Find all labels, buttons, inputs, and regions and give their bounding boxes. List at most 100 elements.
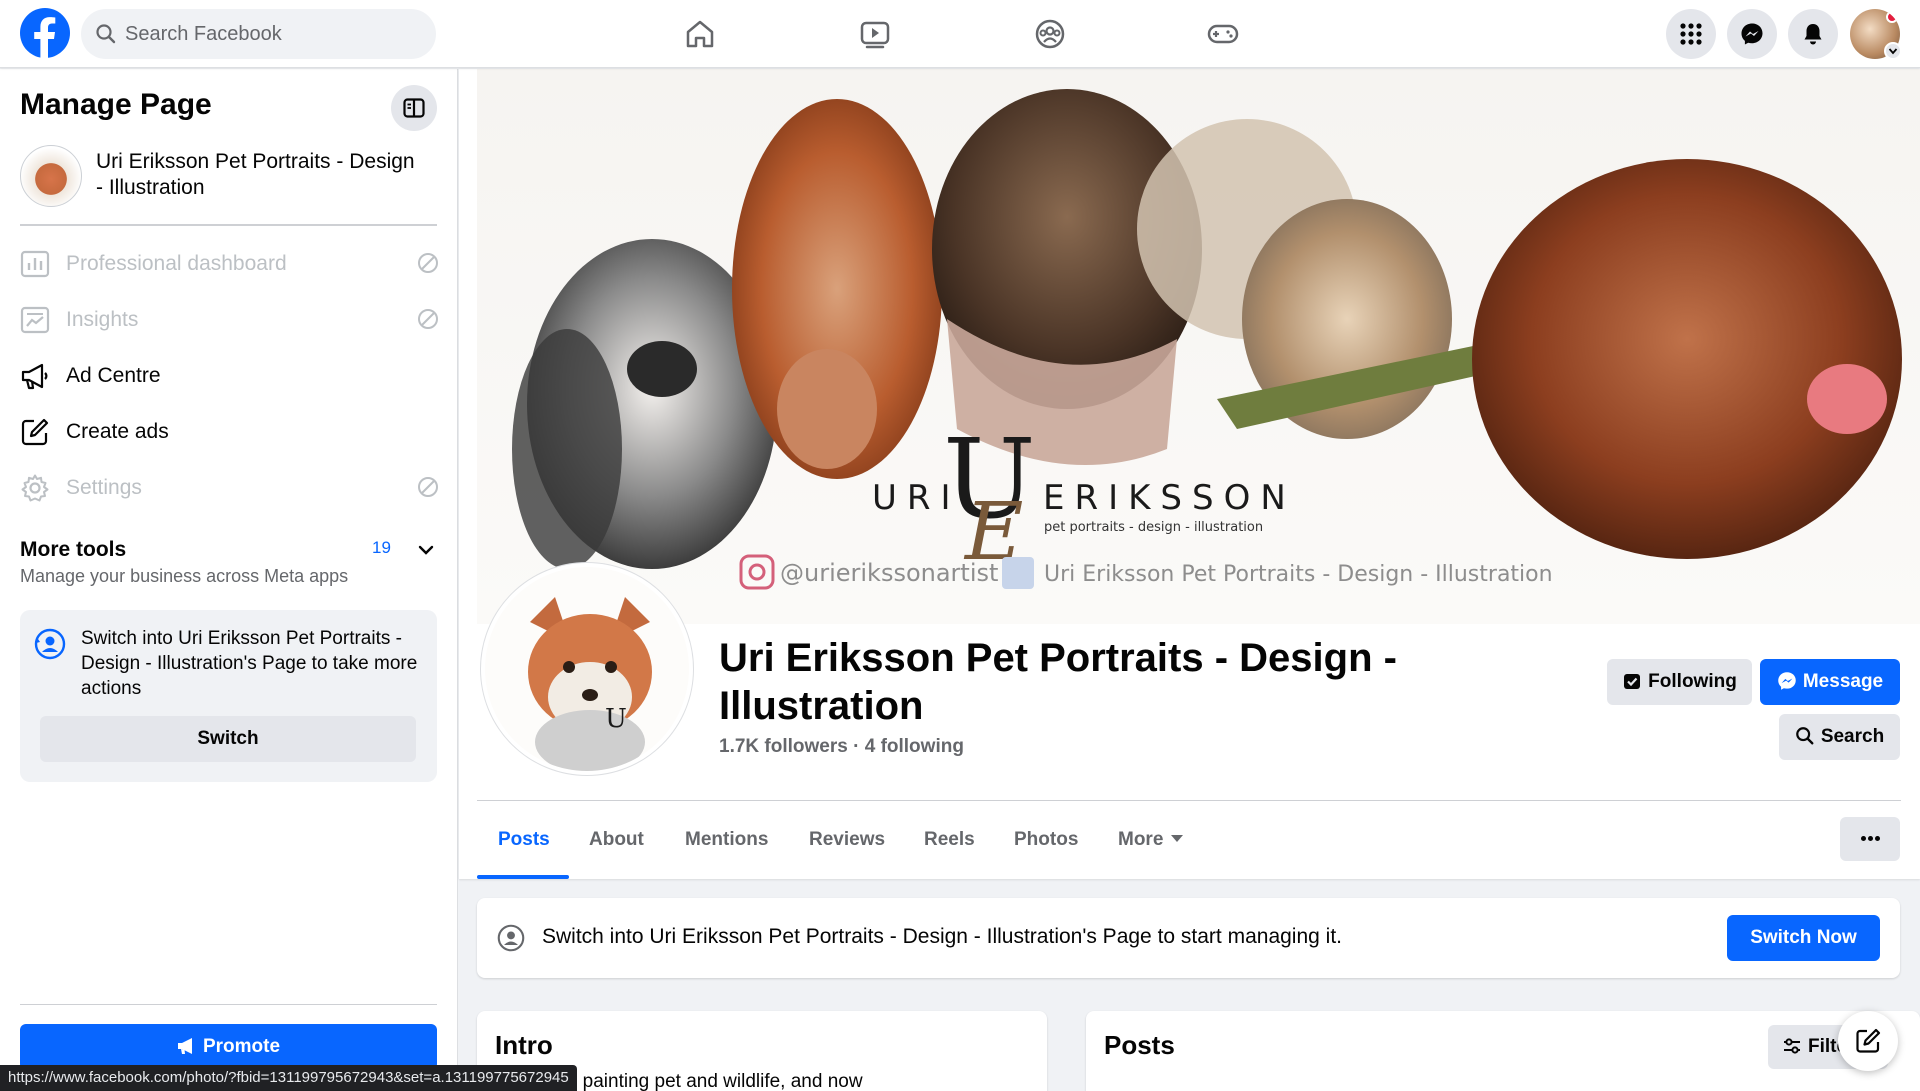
following-check-icon — [1624, 674, 1641, 689]
page-stats: 1.7K followers · 4 following — [719, 736, 964, 758]
video-icon[interactable] — [855, 14, 895, 54]
cover-tagline: pet portraits - design - illustration — [1044, 520, 1263, 535]
message-label: Message — [1802, 671, 1884, 692]
page-avatar[interactable] — [20, 145, 82, 207]
edit-icon — [21, 418, 49, 446]
page-title: Uri Eriksson Pet Portraits - Design - Il… — [719, 636, 1397, 728]
switch-card-text: Switch into Uri Eriksson Pet Portraits -… — [81, 628, 418, 699]
cover-brand-right: ERIKSSON — [1043, 478, 1296, 518]
chevron-down-icon[interactable] — [416, 540, 436, 560]
active-tab-indicator — [477, 875, 569, 879]
notification-dot — [1886, 11, 1898, 23]
sidebar-item-settings[interactable]: Settings — [20, 463, 440, 513]
sidebar-item-label: Professional dashboard — [66, 252, 287, 275]
search-input[interactable] — [125, 9, 425, 59]
switch-profile-card: Switch into Uri Eriksson Pet Portraits -… — [20, 610, 437, 782]
manage-page-sidebar: Manage Page Uri Eriksson Pet Portraits -… — [0, 69, 458, 1091]
top-navigation-bar — [0, 0, 1920, 68]
promote-label: Promote — [202, 1036, 281, 1057]
filter-sliders-icon — [1784, 1038, 1800, 1054]
divider — [20, 1004, 437, 1005]
followers-count[interactable]: 1.7K followers — [719, 736, 848, 757]
gear-icon — [21, 474, 49, 502]
switch-profile-icon — [34, 628, 66, 660]
sidebar-item-ad-centre[interactable]: Ad Centre — [20, 351, 440, 401]
posts-card: Posts Filters — [1086, 1011, 1920, 1091]
divider — [20, 224, 437, 226]
stats-separator: · — [853, 736, 865, 757]
search-label: Search — [1820, 726, 1885, 747]
sidebar-page-name[interactable]: Uri Eriksson Pet Portraits - Design - Il… — [96, 149, 426, 201]
posts-title: Posts — [1104, 1030, 1175, 1060]
instagram-icon — [739, 554, 775, 590]
cover-facebook-name: Uri Eriksson Pet Portraits - Design - Il… — [1044, 562, 1553, 587]
main-content: URI ERIKSSON U E pet portraits - design … — [459, 69, 1920, 1091]
messenger-icon — [1778, 672, 1796, 690]
tab-about[interactable]: About — [589, 829, 644, 851]
tab-photos[interactable]: Photos — [1014, 829, 1078, 851]
tab-posts[interactable]: Posts — [498, 829, 550, 851]
following-label: Following — [1648, 671, 1737, 692]
grid-icon — [1680, 23, 1702, 45]
home-icon[interactable] — [680, 14, 720, 54]
tab-reviews[interactable]: Reviews — [809, 829, 885, 851]
page-profile-picture[interactable]: U — [481, 563, 693, 775]
promote-button[interactable]: Promote — [20, 1024, 437, 1070]
more-tools-count-badge: 19 — [372, 538, 391, 557]
sidebar-item-professional-dashboard[interactable]: Professional dashboard — [20, 239, 440, 289]
message-button[interactable]: Message — [1760, 659, 1900, 705]
facebook-logo-icon[interactable] — [20, 8, 70, 58]
cover-artwork: URI ERIKSSON U E pet portraits - design … — [512, 89, 1902, 590]
sidebar-item-insights[interactable]: Insights — [20, 295, 440, 345]
collapse-sidebar-button[interactable] — [391, 85, 437, 131]
tab-more[interactable]: More — [1118, 829, 1184, 851]
following-button[interactable]: Following — [1607, 659, 1752, 705]
sidebar-item-create-ads[interactable]: Create ads — [20, 407, 440, 457]
switch-notice-banner: Switch into Uri Eriksson Pet Portraits -… — [477, 898, 1900, 978]
tab-more-label: More — [1118, 829, 1164, 850]
browser-status-url: https://www.facebook.com/photo/?fbid=131… — [0, 1065, 577, 1091]
ellipsis-dot — [1868, 836, 1873, 841]
groups-icon[interactable] — [1030, 14, 1070, 54]
sidebar-item-label: Settings — [66, 476, 142, 499]
blocked-icon — [418, 477, 438, 497]
page-header: URI ERIKSSON U E pet portraits - design … — [459, 69, 1920, 879]
facebook-icon — [1002, 557, 1034, 589]
gaming-icon[interactable] — [1203, 14, 1243, 54]
more-tools-heading[interactable]: More tools — [20, 538, 126, 562]
tab-mentions[interactable]: Mentions — [685, 829, 768, 851]
sidebar-item-label: Insights — [66, 308, 139, 331]
new-message-button[interactable] — [1838, 1011, 1898, 1071]
following-count[interactable]: 4 following — [865, 736, 964, 757]
blocked-icon — [418, 309, 438, 329]
messenger-icon — [1741, 23, 1763, 45]
blocked-icon — [418, 253, 438, 273]
sidebar-title: Manage Page — [20, 88, 212, 121]
search-box[interactable] — [81, 9, 436, 59]
caret-down-icon — [1171, 835, 1184, 842]
compose-icon — [1856, 1028, 1881, 1053]
switch-profile-icon — [497, 924, 525, 952]
fox-portrait: U — [485, 567, 689, 771]
cover-photo[interactable]: URI ERIKSSON U E pet portraits - design … — [477, 69, 1920, 624]
bell-icon — [1804, 24, 1822, 45]
switch-button[interactable]: Switch — [40, 716, 416, 762]
page-search-button[interactable]: Search — [1779, 714, 1900, 760]
sidebar-toggle-icon — [403, 98, 425, 118]
cover-instagram-handle: @urierikssonartist — [780, 559, 998, 587]
messenger-button[interactable] — [1727, 9, 1777, 59]
search-icon — [96, 24, 116, 44]
more-options-button[interactable] — [1840, 817, 1900, 861]
menu-grid-button[interactable] — [1666, 9, 1716, 59]
tab-reels[interactable]: Reels — [924, 829, 975, 851]
notifications-button[interactable] — [1788, 9, 1838, 59]
ellipsis-dot — [1875, 836, 1880, 841]
sidebar-item-label: Ad Centre — [66, 364, 161, 387]
switch-now-button[interactable]: Switch Now — [1727, 915, 1880, 961]
intro-title: Intro — [495, 1030, 553, 1060]
megaphone-icon — [177, 1038, 192, 1054]
springer-spaniel-illustration — [1472, 159, 1902, 559]
search-icon — [1795, 727, 1814, 745]
divider — [477, 800, 1901, 801]
chevron-down-icon[interactable] — [1884, 42, 1902, 60]
